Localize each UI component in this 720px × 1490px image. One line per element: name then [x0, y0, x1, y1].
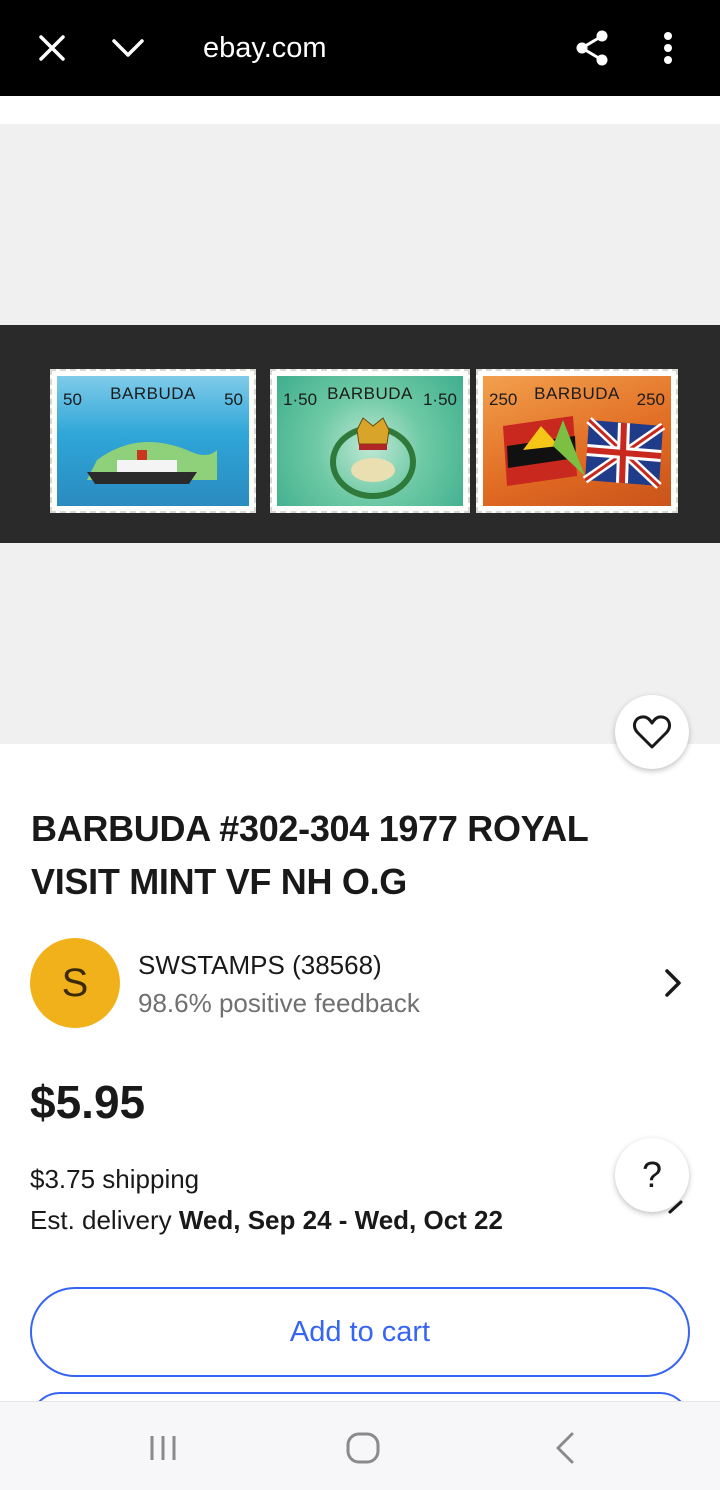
- more-vert-icon[interactable]: [644, 24, 692, 72]
- item-price: $5.95: [30, 1076, 146, 1128]
- page-spacer: [0, 96, 720, 124]
- shipping-cost: $3.75 shipping: [30, 1164, 200, 1194]
- crown-wreath-illustration: [330, 417, 416, 499]
- chevron-down-icon[interactable]: [104, 24, 152, 72]
- avatar: S: [30, 938, 120, 1028]
- add-to-cart-button[interactable]: Add to cart: [30, 1287, 690, 1377]
- stamp-1-country: BARBUDA: [110, 384, 196, 403]
- url-text[interactable]: ebay.com: [203, 24, 327, 72]
- stamp-2-face: 1·50 BARBUDA 1·50: [277, 376, 463, 506]
- chevron-right-icon[interactable]: [656, 966, 690, 1000]
- delivery-prefix: Est. delivery: [30, 1205, 172, 1235]
- watchlist-button[interactable]: [615, 695, 689, 769]
- back-icon[interactable]: [541, 1424, 589, 1472]
- system-navigation-bar: [0, 1401, 720, 1490]
- recent-apps-icon[interactable]: [139, 1424, 187, 1472]
- heart-outline-icon: [633, 715, 671, 749]
- seller-card[interactable]: S SWSTAMPS (38568) 98.6% positive feedba…: [30, 938, 690, 1028]
- ship-illustration: [87, 442, 217, 484]
- close-icon[interactable]: [28, 24, 76, 72]
- delivery-range: Wed, Sep 24 - Wed, Oct 22: [178, 1205, 503, 1235]
- item-title: BARBUDA #302-304 1977 ROYAL VISIT MINT V…: [31, 808, 588, 902]
- stamp-3: 250 BARBUDA 250: [476, 369, 678, 513]
- item-image-gallery[interactable]: 50 BARBUDA 50 1·50 BARBUDA 1·50 250 BARB…: [0, 124, 720, 744]
- stamp-1-value-right: 50: [224, 390, 243, 409]
- stamp-2-value-right: 1·50: [422, 390, 457, 409]
- home-icon[interactable]: [339, 1424, 387, 1472]
- delivery-estimate: Est. delivery Wed, Sep 24 - Wed, Oct 22: [30, 1205, 503, 1236]
- stamp-image[interactable]: 50 BARBUDA 50 1·50 BARBUDA 1·50 250 BARB…: [0, 325, 720, 543]
- browser-toolbar: ebay.com: [0, 0, 720, 96]
- seller-feedback: 98.6% positive feedback: [138, 988, 420, 1018]
- flags-illustration: [503, 416, 666, 489]
- stamp-1-face: 50 BARBUDA 50: [57, 376, 249, 506]
- help-button[interactable]: ?: [615, 1138, 689, 1212]
- stamp-1: 50 BARBUDA 50: [50, 369, 256, 513]
- seller-name: SWSTAMPS (38568): [138, 950, 382, 980]
- stamp-3-face: 250 BARBUDA 250: [483, 376, 671, 506]
- stamp-2: 1·50 BARBUDA 1·50: [270, 369, 470, 513]
- share-icon[interactable]: [568, 24, 616, 72]
